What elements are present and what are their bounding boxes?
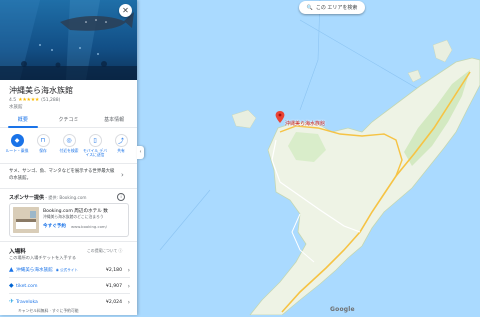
nearby-label: 付近を検索 xyxy=(59,148,79,153)
aquarium-logo-icon: ▲ xyxy=(9,266,14,273)
tab-reviews[interactable]: クチコミ xyxy=(46,115,92,127)
ticket-seller-name: Traveloka xyxy=(16,299,38,305)
aquarium-photo xyxy=(0,0,137,80)
ticket-row-traveloka[interactable]: ✈ Traveloka ¥2,024 › xyxy=(9,297,130,307)
place-tabs: 概要 クチコミ 基本情報 xyxy=(0,115,137,128)
nearby-button[interactable]: ◎ 付近を検索 xyxy=(57,134,81,158)
ticket-row-note: キャンセル料無料 · すぐに予約可能 xyxy=(18,308,79,313)
chevron-right-icon: › xyxy=(127,282,130,290)
ad-subtitle: 沖縄美ら海水族館のどこに泊まろう xyxy=(43,214,104,219)
share-icon: ⤴ xyxy=(114,134,128,147)
ticket-seller-name: tiket.com xyxy=(16,283,38,289)
hotel-thumbnail xyxy=(13,207,39,233)
directions-label: ルート・乗換 xyxy=(5,148,29,153)
send-to-phone-label: モバイル デバイスに送信 xyxy=(83,148,107,158)
hotel-ad-card[interactable]: Booking.com 周辺のホテル 数 沖縄美ら海水族館のどこに泊まろう 今す… xyxy=(9,203,129,237)
info-icon[interactable]: i xyxy=(117,193,125,201)
directions-icon: ◆ xyxy=(10,134,24,147)
chevron-right-icon: › xyxy=(127,298,130,306)
admission-subtitle: この場所の入場チケットを入手する xyxy=(9,255,77,260)
place-title: 沖縄美ら海水族館 xyxy=(9,86,73,95)
place-panel: ✕ 沖縄美ら海水族館 4.5 ★★★★★ (51,288) 水族館 概要 クチコ… xyxy=(0,0,137,315)
collapse-panel-button[interactable]: ‹ xyxy=(137,146,144,159)
directions-button[interactable]: ◆ ルート・乗換 xyxy=(5,134,29,158)
divider xyxy=(9,277,130,278)
tiket-logo-icon: ◆ xyxy=(9,282,14,289)
search-icon: 🔍 xyxy=(306,4,313,11)
send-to-phone-button[interactable]: ▯ モバイル デバイスに送信 xyxy=(83,134,107,158)
ticket-seller-name: 沖縄美ら海水族館 xyxy=(16,268,53,273)
save-label: 保存 xyxy=(39,148,47,153)
ticket-row-official[interactable]: ▲ 沖縄美ら海水族館 ◉ 公式サイト ¥2,180 › xyxy=(9,265,130,275)
close-icon[interactable]: ✕ xyxy=(119,4,132,17)
divider xyxy=(9,293,130,294)
share-label: 共有 xyxy=(117,148,125,153)
share-button[interactable]: ⤴ 共有 xyxy=(109,134,133,158)
send-to-phone-icon: ▯ xyxy=(88,134,102,147)
search-this-area-label: この エリアを検索 xyxy=(315,5,358,11)
rating-value: 4.5 xyxy=(9,97,17,103)
sponsored-heading: スポンサー提供・提供: Booking.com xyxy=(9,194,87,201)
book-now-link[interactable]: 今すぐ予約 xyxy=(43,223,66,229)
admission-note[interactable]: この提案について ⓘ xyxy=(87,248,122,254)
action-bar: ◆ ルート・乗換 ⊓ 保存 ◎ 付近を検索 ▯ モバイル デバイスに送信 ⤴ 共… xyxy=(5,134,133,158)
ticket-price: ¥1,907 xyxy=(105,283,122,289)
rating-row[interactable]: 4.5 ★★★★★ (51,288) xyxy=(9,97,60,103)
traveloka-logo-icon: ✈ xyxy=(9,298,15,305)
star-rating-icon: ★★★★★ xyxy=(18,97,40,103)
tab-overview[interactable]: 概要 xyxy=(0,115,46,128)
pin-label[interactable]: 沖縄美ら海水族館 xyxy=(285,120,325,127)
chevron-right-icon: › xyxy=(127,266,130,274)
sponsored-source: ・提供: Booking.com xyxy=(44,195,87,200)
divider xyxy=(0,188,137,189)
place-description[interactable]: サメ、サンゴ、魚、マンタなどを展示する世界最大級の水族館。 xyxy=(9,169,117,182)
ad-url: www.booking.com/ xyxy=(71,223,107,229)
sponsored-title: スポンサー提供 xyxy=(9,195,45,201)
google-watermark: Google xyxy=(330,306,355,313)
official-site-badge: ◉ 公式サイト xyxy=(55,267,79,272)
ticket-price: ¥2,024 xyxy=(105,299,122,305)
place-category[interactable]: 水族館 xyxy=(9,104,23,110)
chevron-right-icon[interactable]: › xyxy=(121,171,124,179)
hero-photo[interactable]: ✕ xyxy=(0,0,137,80)
tab-about[interactable]: 基本情報 xyxy=(91,115,137,127)
ticket-price: ¥2,180 xyxy=(105,267,122,273)
bookmark-icon: ⊓ xyxy=(36,134,50,147)
ticket-row-tiket[interactable]: ◆ tiket.com ¥1,907 › xyxy=(9,281,130,291)
divider xyxy=(0,241,137,242)
divider xyxy=(0,163,137,164)
nearby-icon: ◎ xyxy=(62,134,76,147)
save-button[interactable]: ⊓ 保存 xyxy=(31,134,55,158)
admission-heading: 入場料 xyxy=(9,249,26,255)
review-count[interactable]: (51,288) xyxy=(41,98,60,103)
search-this-area-button[interactable]: 🔍 この エリアを検索 xyxy=(299,1,365,14)
